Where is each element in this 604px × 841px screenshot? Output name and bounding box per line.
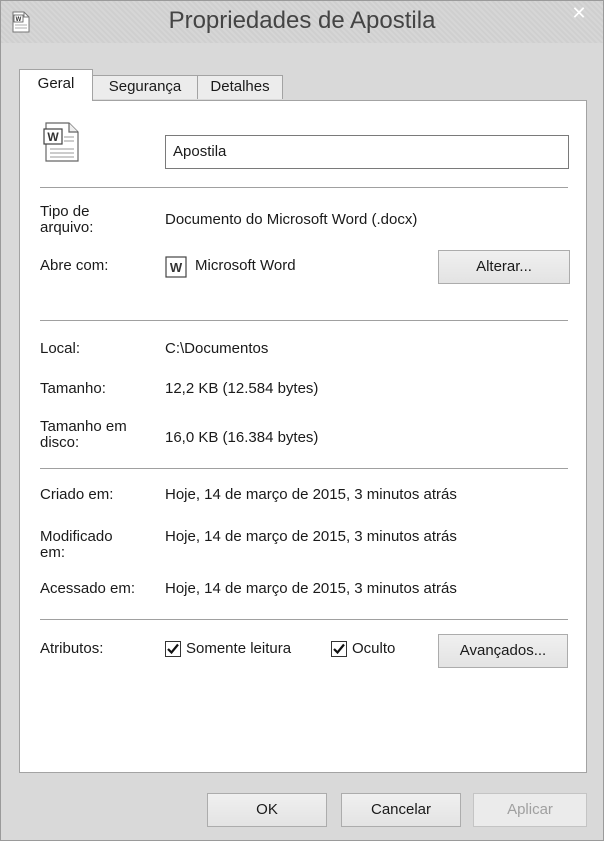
readonly-checkbox[interactable] — [165, 641, 181, 657]
location-value: C:\Documentos — [165, 340, 269, 357]
checkmark-icon — [167, 643, 179, 655]
change-button[interactable]: Alterar... — [438, 250, 570, 284]
hidden-checkbox-label[interactable]: Oculto — [352, 641, 395, 657]
size-value: 12,2 KB (12.584 bytes) — [165, 380, 319, 397]
ok-button[interactable]: OK — [207, 793, 327, 827]
separator — [40, 187, 568, 188]
separator — [40, 619, 568, 620]
opens-with-value: Microsoft Word — [195, 257, 296, 274]
tab-geral[interactable]: Geral — [19, 69, 93, 101]
accessed-label: Acessado em: — [40, 580, 136, 597]
size-label: Tamanho: — [40, 380, 106, 397]
advanced-button[interactable]: Avançados... — [438, 634, 568, 668]
location-label: Local: — [40, 340, 81, 357]
general-tab-panel: W Apostila Tipo de arquivo: Documento do… — [19, 100, 587, 773]
modified-label: Modificado em: — [40, 528, 113, 561]
window-title: Propriedades de Apostila — [168, 7, 436, 34]
disk-size-value: 16,0 KB (16.384 bytes) — [165, 429, 319, 446]
cancel-button[interactable]: Cancelar — [341, 793, 461, 827]
readonly-checkbox-label[interactable]: Somente leitura — [186, 641, 291, 657]
modified-value: Hoje, 14 de março de 2015, 3 minutos atr… — [165, 528, 457, 545]
word-document-icon: W — [43, 122, 79, 162]
attributes-label: Atributos: — [40, 640, 104, 657]
svg-text:W: W — [47, 130, 59, 144]
tab-seguranca[interactable]: Segurança — [92, 75, 198, 99]
checkmark-icon — [333, 643, 345, 655]
separator — [40, 320, 568, 321]
file-type-value: Documento do Microsoft Word (.docx) — [165, 211, 418, 228]
apply-button[interactable]: Aplicar — [473, 793, 587, 827]
hidden-checkbox[interactable] — [331, 641, 347, 657]
disk-size-label: Tamanho em disco: — [40, 418, 127, 451]
created-label: Criado em: — [40, 486, 114, 503]
word-app-icon: W — [165, 256, 187, 278]
close-button[interactable]: ✕ — [559, 1, 599, 27]
title-bar[interactable]: W Propriedades de Apostila ✕ — [1, 1, 603, 43]
tab-detalhes[interactable]: Detalhes — [197, 75, 283, 99]
created-value: Hoje, 14 de março de 2015, 3 minutos atr… — [165, 486, 457, 503]
separator — [40, 468, 568, 469]
opens-with-label: Abre com: — [40, 257, 109, 274]
file-name-field[interactable]: Apostila — [165, 135, 569, 169]
close-icon: ✕ — [571, 3, 587, 23]
properties-dialog: W Propriedades de Apostila ✕ Geral Segur… — [0, 0, 604, 841]
svg-text:W: W — [170, 260, 183, 275]
file-type-label: Tipo de arquivo: — [40, 203, 94, 236]
accessed-value: Hoje, 14 de março de 2015, 3 minutos atr… — [165, 580, 457, 597]
